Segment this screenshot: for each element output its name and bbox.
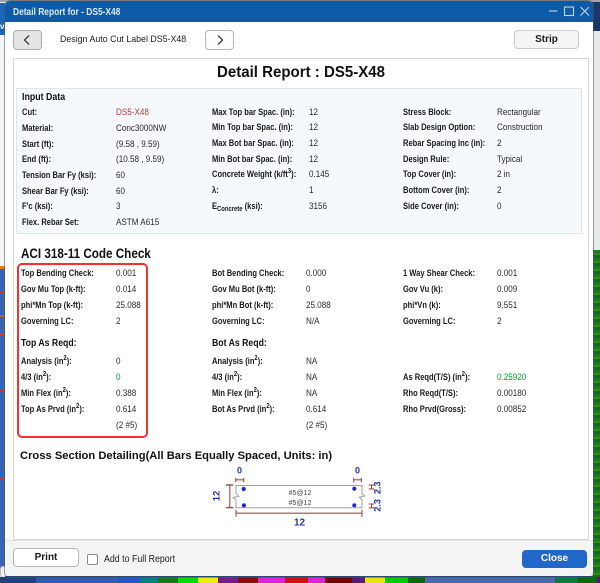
svg-text:0: 0 — [355, 466, 360, 476]
svg-text:#5@12: #5@12 — [289, 500, 312, 507]
svg-text:12: 12 — [212, 491, 223, 502]
svg-text:2.3: 2.3 — [372, 481, 382, 494]
svg-text:#5@12: #5@12 — [289, 490, 312, 497]
svg-text:2.3: 2.3 — [372, 499, 382, 512]
svg-text:12: 12 — [294, 518, 306, 529]
svg-text:0: 0 — [237, 466, 242, 476]
